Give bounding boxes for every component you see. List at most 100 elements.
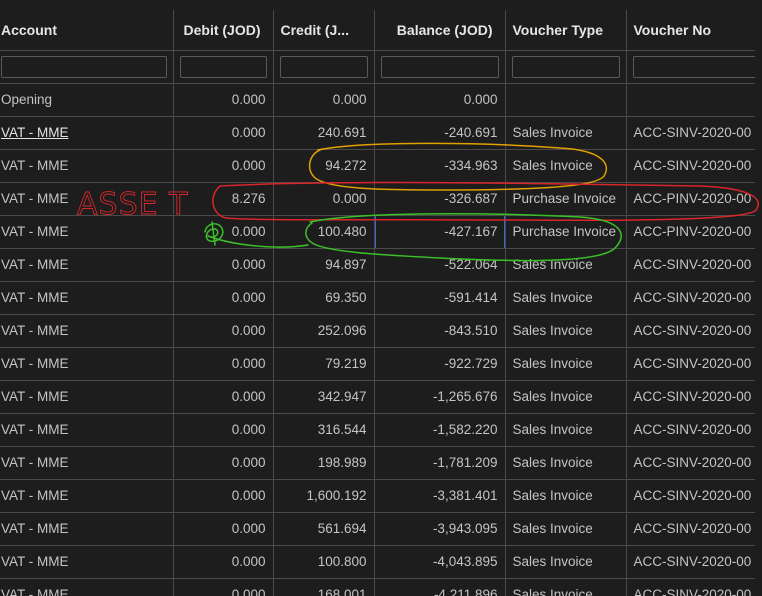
cell-voucher-no[interactable]: ACC-SINV-2020-00	[626, 314, 755, 348]
cell-voucher-no[interactable]	[626, 83, 755, 117]
cell-voucher-type[interactable]: Sales Invoice	[505, 281, 627, 315]
cell-account[interactable]: VAT - MME	[0, 578, 174, 596]
cell-voucher-type[interactable]: Sales Invoice	[505, 512, 627, 546]
table-row[interactable]: VAT - MME 0.000 69.350 -591.414 Sales In…	[0, 281, 755, 315]
cell-voucher-no[interactable]: ACC-PINV-2020-00	[626, 182, 755, 216]
cell-voucher-type[interactable]: Sales Invoice	[505, 545, 627, 579]
cell-debit[interactable]: 0.000	[173, 413, 274, 447]
cell-account[interactable]: VAT - MME	[0, 182, 174, 216]
table-row[interactable]: VAT - MME 0.000 94.897 -522.064 Sales In…	[0, 248, 755, 282]
cell-balance[interactable]: -4,211.896	[374, 578, 506, 596]
table-row[interactable]: VAT - MME 0.000 240.691 -240.691 Sales I…	[0, 116, 755, 150]
cell-credit[interactable]: 1,600.192	[273, 479, 375, 513]
cell-account[interactable]: VAT - MME	[0, 380, 174, 414]
cell-voucher-type[interactable]: Sales Invoice	[505, 413, 627, 447]
filter-input-debit[interactable]	[179, 55, 267, 78]
cell-account[interactable]: VAT - MME	[0, 281, 174, 315]
cell-credit[interactable]: 198.989	[273, 446, 375, 480]
cell-account[interactable]: VAT - MME	[0, 149, 174, 183]
cell-debit[interactable]: 0.000	[173, 512, 274, 546]
table-row[interactable]: VAT - MME 0.000 316.544 -1,582.220 Sales…	[0, 413, 755, 447]
cell-account[interactable]: VAT - MME	[0, 413, 174, 447]
cell-balance[interactable]: -3,943.095	[374, 512, 506, 546]
cell-debit[interactable]: 0.000	[173, 578, 274, 596]
cell-debit[interactable]: 0.000	[173, 281, 274, 315]
cell-balance[interactable]: -1,582.220	[374, 413, 506, 447]
cell-voucher-type[interactable]: Sales Invoice	[505, 446, 627, 480]
cell-voucher-no[interactable]: ACC-PINV-2020-00	[626, 215, 755, 249]
cell-debit[interactable]: 0.000	[173, 215, 274, 249]
column-header-credit[interactable]: Credit (J...	[273, 10, 375, 51]
cell-debit[interactable]: 0.000	[173, 380, 274, 414]
cell-voucher-no[interactable]: ACC-SINV-2020-00	[626, 545, 755, 579]
cell-voucher-type[interactable]: Sales Invoice	[505, 347, 627, 381]
cell-debit[interactable]: 0.000	[173, 347, 274, 381]
cell-balance[interactable]: -843.510	[374, 314, 506, 348]
cell-account[interactable]: VAT - MME	[0, 347, 174, 381]
cell-account[interactable]: VAT - MME	[0, 512, 174, 546]
cell-debit[interactable]: 0.000	[173, 446, 274, 480]
cell-account[interactable]: VAT - MME	[0, 248, 174, 282]
filter-input-credit[interactable]	[279, 55, 368, 78]
cell-balance[interactable]: -522.064	[374, 248, 506, 282]
cell-balance[interactable]: -591.414	[374, 281, 506, 315]
account-link[interactable]: VAT - MME	[1, 125, 69, 140]
cell-voucher-type[interactable]: Sales Invoice	[505, 149, 627, 183]
cell-voucher-type[interactable]: Purchase Invoice	[505, 182, 627, 216]
cell-credit[interactable]: 79.219	[273, 347, 375, 381]
cell-account[interactable]: VAT - MME	[0, 215, 174, 249]
table-row[interactable]: VAT - MME 0.000 252.096 -843.510 Sales I…	[0, 314, 755, 348]
cell-balance[interactable]: -3,381.401	[374, 479, 506, 513]
column-header-account[interactable]: Account	[0, 10, 174, 51]
cell-balance[interactable]: -427.167	[374, 215, 506, 249]
table-row[interactable]: VAT - MME 0.000 168.001 -4,211.896 Sales…	[0, 578, 755, 596]
cell-debit[interactable]: 0.000	[173, 314, 274, 348]
cell-voucher-type[interactable]: Sales Invoice	[505, 578, 627, 596]
filter-input-balance[interactable]	[380, 55, 499, 78]
cell-voucher-no[interactable]: ACC-SINV-2020-00	[626, 413, 755, 447]
cell-voucher-no[interactable]: ACC-SINV-2020-00	[626, 248, 755, 282]
cell-debit[interactable]: 0.000	[173, 248, 274, 282]
table-row[interactable]: VAT - MME 0.000 1,600.192 -3,381.401 Sal…	[0, 479, 755, 513]
table-row[interactable]: VAT - MME 0.000 100.480 -427.167 Purchas…	[0, 215, 755, 249]
filter-input-account[interactable]	[1, 55, 167, 78]
cell-balance[interactable]: -326.687	[374, 182, 506, 216]
cell-voucher-no[interactable]: ACC-SINV-2020-00	[626, 281, 755, 315]
filter-input-voucher-no[interactable]	[632, 55, 755, 78]
table-row[interactable]: VAT - MME 0.000 198.989 -1,781.209 Sales…	[0, 446, 755, 480]
cell-debit[interactable]: 0.000	[173, 149, 274, 183]
cell-account[interactable]: VAT - MME	[0, 545, 174, 579]
cell-credit[interactable]: 100.800	[273, 545, 375, 579]
cell-voucher-type[interactable]: Sales Invoice	[505, 479, 627, 513]
cell-credit[interactable]: 0.000	[273, 182, 375, 216]
cell-voucher-type[interactable]: Sales Invoice	[505, 116, 627, 150]
cell-credit[interactable]: 316.544	[273, 413, 375, 447]
cell-credit[interactable]: 168.001	[273, 578, 375, 596]
filter-input-voucher-type[interactable]	[511, 55, 620, 78]
cell-credit[interactable]: 0.000	[273, 83, 375, 117]
cell-voucher-no[interactable]: ACC-SINV-2020-00	[626, 347, 755, 381]
cell-voucher-type[interactable]: Sales Invoice	[505, 380, 627, 414]
cell-credit[interactable]: 561.694	[273, 512, 375, 546]
column-header-debit[interactable]: Debit (JOD)	[173, 10, 274, 51]
cell-debit[interactable]: 8.276	[173, 182, 274, 216]
cell-credit[interactable]: 342.947	[273, 380, 375, 414]
table-row[interactable]: Opening 0.000 0.000 0.000	[0, 83, 755, 117]
cell-credit[interactable]: 252.096	[273, 314, 375, 348]
cell-balance[interactable]: -240.691	[374, 116, 506, 150]
cell-voucher-no[interactable]: ACC-SINV-2020-00	[626, 479, 755, 513]
cell-balance[interactable]: -334.963	[374, 149, 506, 183]
cell-credit[interactable]: 240.691	[273, 116, 375, 150]
cell-credit[interactable]: 100.480	[273, 215, 375, 249]
cell-voucher-type[interactable]: Sales Invoice	[505, 248, 627, 282]
cell-voucher-no[interactable]: ACC-SINV-2020-00	[626, 149, 755, 183]
cell-debit[interactable]: 0.000	[173, 83, 274, 117]
table-row[interactable]: VAT - MME 0.000 342.947 -1,265.676 Sales…	[0, 380, 755, 414]
cell-voucher-no[interactable]: ACC-SINV-2020-00	[626, 446, 755, 480]
table-row[interactable]: VAT - MME 0.000 94.272 -334.963 Sales In…	[0, 149, 755, 183]
cell-account[interactable]: VAT - MME	[0, 116, 174, 150]
cell-voucher-no[interactable]: ACC-SINV-2020-00	[626, 380, 755, 414]
column-header-voucher-type[interactable]: Voucher Type	[505, 10, 627, 51]
cell-voucher-no[interactable]: ACC-SINV-2020-00	[626, 116, 755, 150]
cell-balance[interactable]: -4,043.895	[374, 545, 506, 579]
